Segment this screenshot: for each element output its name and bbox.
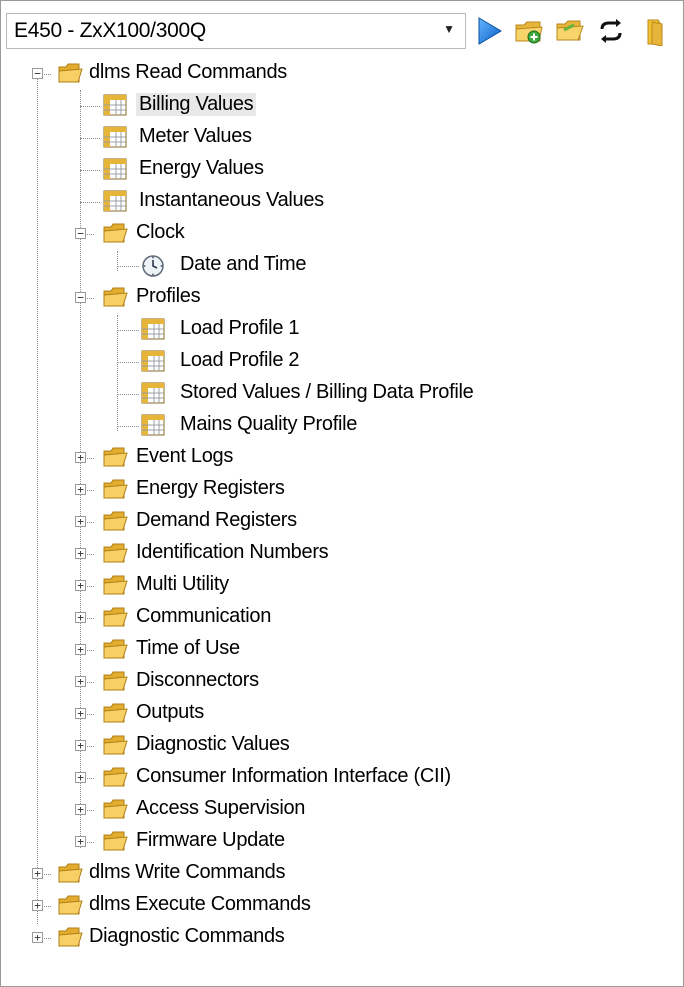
tree-node-label: Event Logs xyxy=(136,445,234,467)
expand-icon[interactable]: + xyxy=(32,932,43,943)
tree-node-label: Load Profile 2 xyxy=(180,349,300,371)
table-icon xyxy=(141,350,165,372)
folder-icon xyxy=(103,575,128,595)
tree-node-label: Demand Registers xyxy=(136,509,297,531)
table-icon xyxy=(103,190,127,212)
tree-node-label: Billing Values xyxy=(136,93,257,116)
expand-icon[interactable]: + xyxy=(75,836,86,847)
folder-open-icon xyxy=(556,20,584,41)
folder-add-icon xyxy=(515,21,543,44)
tree-node-label: Identification Numbers xyxy=(136,541,329,563)
folder-icon xyxy=(103,735,128,755)
run-button[interactable] xyxy=(472,13,506,49)
folder-icon xyxy=(103,447,128,467)
tree-guide-root xyxy=(37,74,38,924)
tree-node-label: Clock xyxy=(136,221,185,243)
folder-button[interactable] xyxy=(640,13,670,49)
tree-node-label: Firmware Update xyxy=(136,829,285,851)
tree-node-label: Load Profile 1 xyxy=(180,317,300,339)
play-icon xyxy=(478,17,502,45)
tree-node-label: Outputs xyxy=(136,701,204,723)
collapse-icon[interactable]: − xyxy=(75,292,86,303)
folder-icon xyxy=(647,19,663,46)
refresh-icon xyxy=(600,19,622,43)
tree-node-label: Time of Use xyxy=(136,637,240,659)
folder-icon xyxy=(103,799,128,819)
open-folder-button[interactable] xyxy=(552,13,586,49)
folder-icon xyxy=(103,223,128,243)
tree-guide-clock xyxy=(117,251,118,271)
expand-icon[interactable]: + xyxy=(75,804,86,815)
table-icon xyxy=(141,414,165,436)
expand-icon[interactable]: + xyxy=(75,452,86,463)
refresh-button[interactable] xyxy=(594,13,628,49)
dropdown-arrow-icon[interactable]: ▼ xyxy=(443,22,455,36)
folder-icon xyxy=(58,863,83,883)
folder-icon xyxy=(103,703,128,723)
tree-node-label: dlms Execute Commands xyxy=(89,893,311,915)
expand-icon[interactable]: + xyxy=(75,612,86,623)
tree-node-label: Profiles xyxy=(136,285,201,307)
add-folder-button[interactable] xyxy=(512,13,546,49)
folder-icon xyxy=(103,543,128,563)
device-selector[interactable]: E450 - ZxX100/300Q ▼ xyxy=(6,13,466,49)
expand-icon[interactable]: + xyxy=(75,548,86,559)
toolbar: E450 - ZxX100/300Q ▼ xyxy=(0,0,684,58)
table-icon xyxy=(141,382,165,404)
tree-node-label: Communication xyxy=(136,605,272,627)
tree-node-label: Instantaneous Values xyxy=(139,189,324,211)
folder-icon xyxy=(103,639,128,659)
expand-icon[interactable]: + xyxy=(75,484,86,495)
expand-icon[interactable]: + xyxy=(75,676,86,687)
expand-icon[interactable]: + xyxy=(75,644,86,655)
table-icon xyxy=(103,158,127,180)
tree-node-label: Consumer Information Interface (CII) xyxy=(136,765,451,787)
clock-icon xyxy=(142,255,164,277)
tree-node-label: Energy Registers xyxy=(136,477,285,499)
tree-node-label: Date and Time xyxy=(180,253,307,275)
folder-icon xyxy=(103,671,128,691)
tree-node-label: Diagnostic Commands xyxy=(89,925,285,947)
expand-icon[interactable]: + xyxy=(75,708,86,719)
folder-icon xyxy=(103,767,128,787)
tree-guide-read xyxy=(80,90,81,848)
tree-node-label: Stored Values / Billing Data Profile xyxy=(180,381,474,403)
command-tree: − dlms Read Commands Billing Values Mete… xyxy=(0,58,684,987)
expand-icon[interactable]: + xyxy=(75,772,86,783)
folder-icon xyxy=(58,895,83,915)
collapse-icon[interactable]: − xyxy=(32,68,43,79)
folder-icon xyxy=(58,927,83,947)
expand-icon[interactable]: + xyxy=(75,516,86,527)
expand-icon[interactable]: + xyxy=(75,580,86,591)
tree-node-label: Meter Values xyxy=(139,125,252,147)
tree-node-label: dlms Write Commands xyxy=(89,861,286,883)
device-selector-value: E450 - ZxX100/300Q xyxy=(14,19,206,42)
folder-icon xyxy=(103,287,128,307)
expand-icon[interactable]: + xyxy=(32,900,43,911)
table-icon xyxy=(103,94,127,116)
collapse-icon[interactable]: − xyxy=(75,228,86,239)
folder-icon xyxy=(103,831,128,851)
folder-icon xyxy=(103,479,128,499)
expand-icon[interactable]: + xyxy=(32,868,43,879)
tree-node-label: Energy Values xyxy=(139,157,264,179)
tree-node-label: Diagnostic Values xyxy=(136,733,290,755)
expand-icon[interactable]: + xyxy=(75,740,86,751)
table-icon xyxy=(103,126,127,148)
tree-node-label: Mains Quality Profile xyxy=(180,413,358,435)
folder-icon xyxy=(103,607,128,627)
tree-node-label: dlms Read Commands xyxy=(89,61,288,83)
table-icon xyxy=(141,318,165,340)
tree-node-label: Multi Utility xyxy=(136,573,229,595)
tree-node-label: Disconnectors xyxy=(136,669,259,691)
folder-icon xyxy=(58,63,83,83)
tree-guide-profiles xyxy=(117,315,118,431)
tree-node-label: Access Supervision xyxy=(136,797,306,819)
folder-icon xyxy=(103,511,128,531)
